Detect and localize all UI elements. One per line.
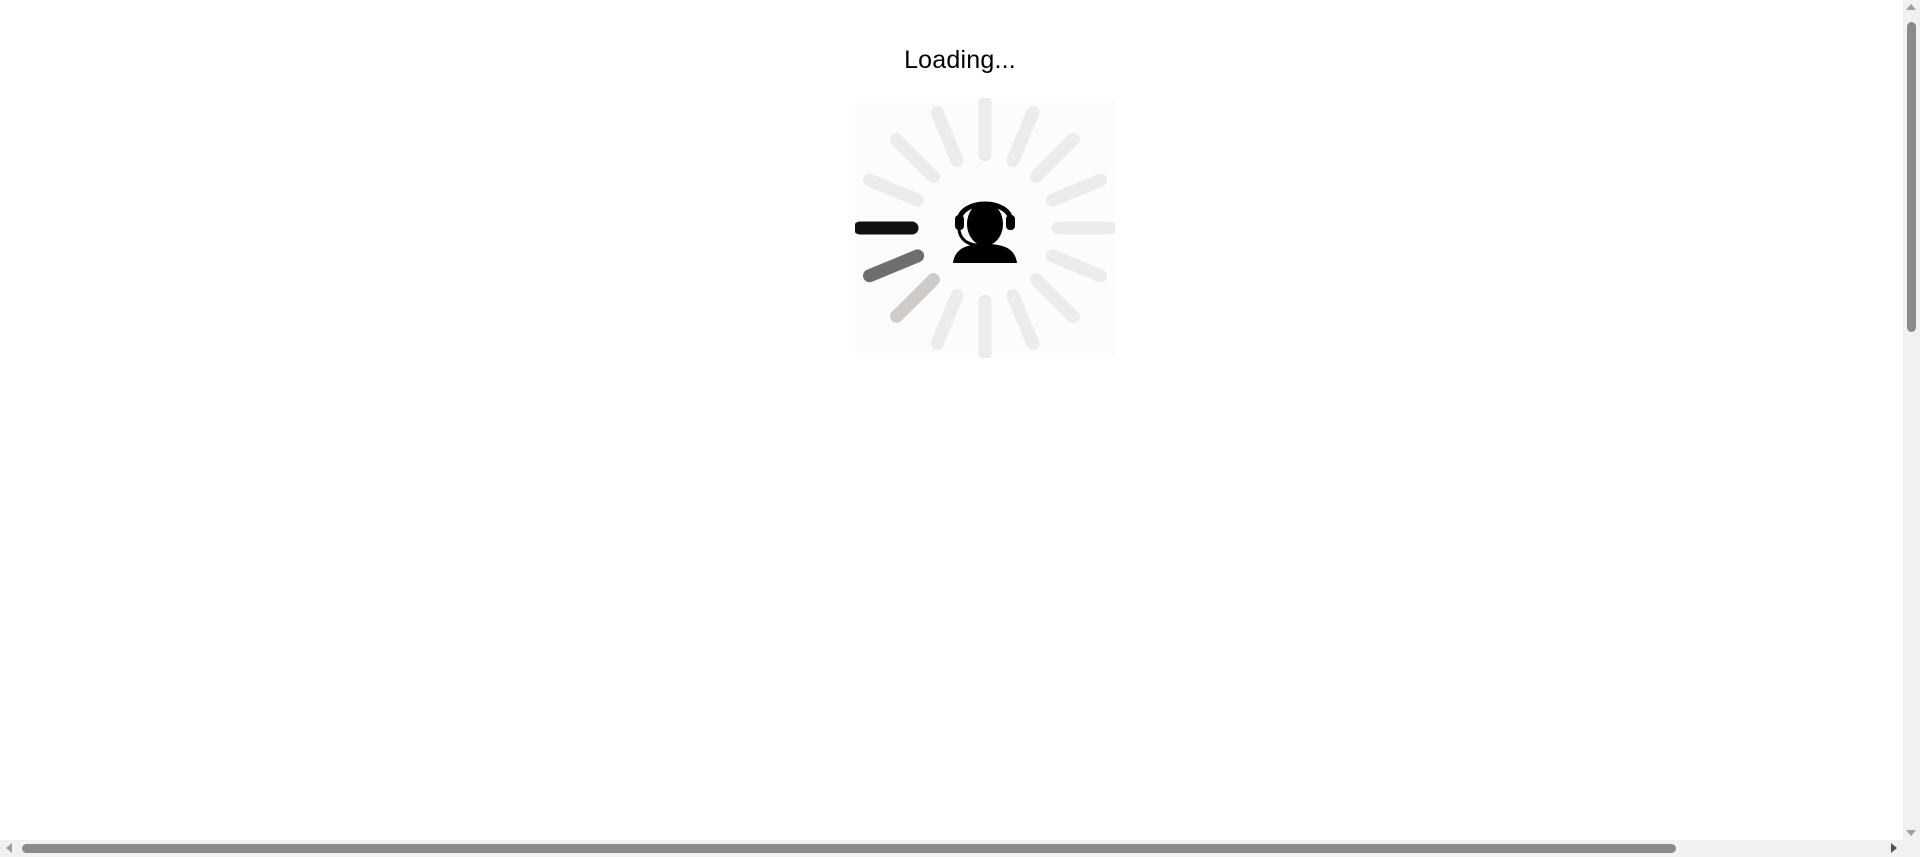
spinner-spoke bbox=[1006, 288, 1040, 350]
scroll-left-arrow-icon[interactable] bbox=[6, 843, 12, 853]
horizontal-scroll-thumb[interactable] bbox=[22, 844, 1676, 853]
loading-label: Loading... bbox=[904, 46, 1016, 74]
scroll-down-arrow-icon[interactable] bbox=[1906, 830, 1916, 836]
spinner-spoke bbox=[890, 133, 940, 183]
vertical-scrollbar[interactable] bbox=[1903, 0, 1920, 840]
spinner-spoke bbox=[1045, 249, 1107, 283]
spinner-graphic bbox=[855, 98, 1115, 358]
spinner-spoke bbox=[863, 173, 925, 207]
spinner-spoke bbox=[930, 106, 964, 168]
vertical-scroll-thumb[interactable] bbox=[1907, 22, 1916, 332]
support-agent-icon bbox=[953, 201, 1017, 263]
spinner-spoke bbox=[1030, 133, 1080, 183]
loading-spinner bbox=[855, 98, 1115, 358]
scroll-right-arrow-icon[interactable] bbox=[1891, 843, 1897, 853]
spinner-spoke bbox=[1006, 106, 1040, 168]
spinner-spoke bbox=[863, 249, 925, 283]
horizontal-scrollbar[interactable] bbox=[0, 840, 1903, 857]
scrollbar-corner bbox=[1903, 840, 1920, 857]
spinner-spoke bbox=[1030, 273, 1080, 323]
spinner-spoke bbox=[930, 288, 964, 350]
spinner-spoke bbox=[1045, 173, 1107, 207]
loading-page: Loading... bbox=[0, 0, 1920, 857]
scroll-up-arrow-icon[interactable] bbox=[1906, 4, 1916, 10]
spinner-spoke bbox=[890, 273, 940, 323]
